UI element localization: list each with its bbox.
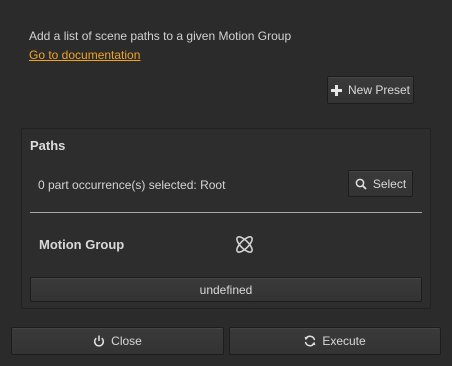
divider (30, 212, 422, 213)
search-icon (355, 178, 367, 190)
power-icon (93, 335, 105, 347)
new-preset-button[interactable]: New Preset (327, 76, 414, 104)
new-preset-label: New Preset (347, 83, 411, 97)
motion-group-value: undefined (199, 282, 253, 297)
select-label: Select (372, 176, 407, 191)
refresh-icon (304, 335, 316, 347)
close-label: Close (111, 334, 142, 348)
select-button[interactable]: Select (348, 170, 413, 197)
close-button[interactable]: Close (11, 327, 224, 355)
atom-icon[interactable] (233, 233, 256, 256)
selection-status: 0 part occurrence(s) selected: Root (38, 178, 226, 192)
execute-label: Execute (322, 334, 366, 348)
motion-group-label: Motion Group (39, 237, 125, 252)
documentation-link[interactable]: Go to documentation (29, 48, 140, 62)
motion-group-value-button[interactable]: undefined (30, 277, 422, 302)
paths-title: Paths (30, 138, 66, 153)
plus-icon (330, 84, 342, 96)
execute-button[interactable]: Execute (229, 327, 441, 355)
description-text: Add a list of scene paths to a given Mot… (29, 29, 292, 43)
